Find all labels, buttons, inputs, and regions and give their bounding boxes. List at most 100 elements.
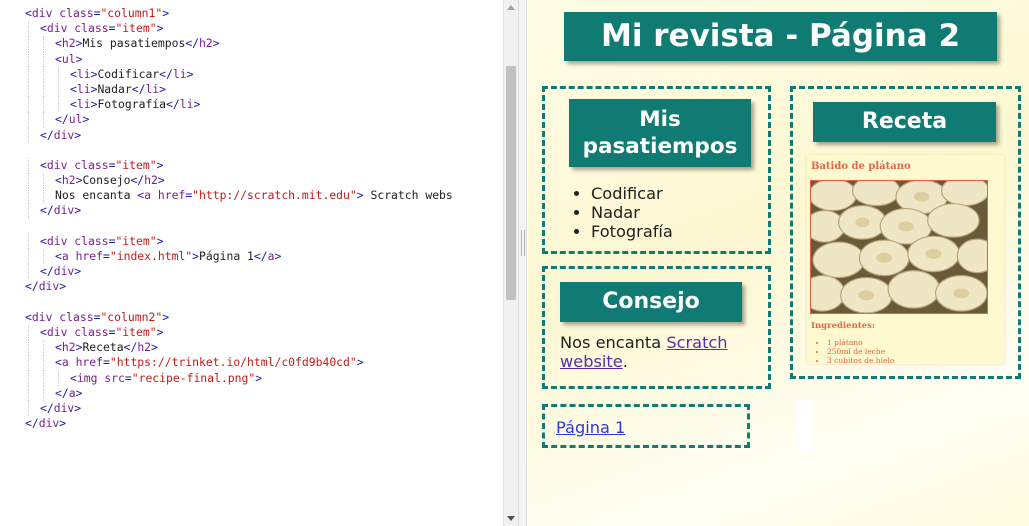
indent-guide [58,81,59,98]
indent-guide [28,203,29,219]
hobbies-card: Mis pasatiempos Codificar Nadar Fotograf… [542,86,771,254]
code-token: "item" [115,157,157,172]
indent-guide [28,97,29,113]
tip-text: Nos encanta Scratch website. [560,333,760,371]
code-line[interactable]: <div class="column1"> [0,6,503,21]
code-token: div [53,400,75,415]
tip-card: Consejo Nos encanta Scratch website. [542,266,771,389]
indent-guide [58,97,59,113]
indent-guide [43,36,44,52]
code-token: class [74,324,109,339]
code-token: h2 [199,36,213,51]
code-line[interactable] [0,295,503,310]
recipe-card: Receta Batido de plátano Ingredientes: •… [790,86,1021,379]
code-line[interactable]: <h2>Mis pasatiempos</h2> [0,36,503,52]
code-token: > [186,66,194,81]
scroll-down-arrow-icon[interactable] [507,516,515,521]
code-line[interactable]: </a> [0,385,503,401]
code-token: < [55,249,62,263]
code-line[interactable]: </div> [0,127,503,143]
code-token: </ [40,400,54,415]
code-line[interactable]: </div> [0,279,503,294]
pane-splitter[interactable] [518,0,527,526]
code-line[interactable] [0,219,503,234]
code-token: li [145,81,160,96]
code-token: = [103,355,110,370]
splitter-grip-icon[interactable] [521,230,525,256]
code-line[interactable]: <a href="https://trinket.io/html/c0fd9b4… [0,355,503,371]
code-line[interactable]: <h2>Receta</h2> [0,340,503,356]
code-lines[interactable]: <div class="column1"> <div class="item"> <… [0,6,503,431]
code-token: "item" [115,324,157,339]
list-item: 250ml de leche [827,347,894,356]
code-line[interactable]: </ul> [0,112,503,128]
indent-guide [28,81,29,98]
recipe-heading: Receta [813,102,996,142]
code-token: href [75,249,104,263]
code-editor[interactable]: <div class="column1"> <div class="item"> <… [0,0,518,526]
code-line[interactable]: </div> [0,416,503,431]
code-token: > [74,203,82,218]
scrollbar-thumb[interactable] [506,66,516,300]
code-token: < [40,157,47,172]
code-line[interactable]: <h2>Consejo</h2> [0,173,503,189]
code-token: div [53,127,75,142]
code-token: "item" [115,21,157,36]
recipe-image-link[interactable]: Batido de plátano Ingredientes: • 1 plát… [807,155,1004,365]
code-token: </ [40,203,54,218]
code-token: < [55,51,62,66]
code-token: Receta [82,340,124,355]
page-1-link[interactable]: Página 1 [556,418,625,437]
code-token: < [40,324,47,339]
code-token: </ [131,81,146,96]
indent-guide [28,112,29,128]
indent-guide [43,370,44,386]
code-line[interactable] [0,143,503,158]
code-line[interactable]: <img src="recipe-final.png"> [0,370,503,386]
code-token: </ [55,385,69,400]
list-item: Nadar [591,203,673,222]
code-token: > [74,264,82,279]
code-token: </ [25,279,39,294]
code-line[interactable]: <div class="item"> [0,324,503,341]
code-token: li [179,97,194,112]
code-token: > [356,355,364,370]
code-line[interactable]: <li>Codificar</li> [0,66,503,82]
code-token: div [53,264,75,279]
code-token: > [255,370,263,385]
indent-guide [43,355,44,371]
code-token: href [157,188,186,203]
code-line[interactable]: <div class="item"> [0,233,503,249]
code-line[interactable]: <li>Nadar</li> [0,81,503,98]
indent-guide [43,188,44,204]
code-line[interactable]: <a href="index.html">Página 1</a> [0,249,503,265]
code-token: h2 [61,173,76,188]
code-line[interactable]: <div class="item"> [0,21,503,37]
code-line[interactable]: <li>Fotografía</li> [0,97,503,113]
code-token: > [162,6,170,20]
recipe-image-title: Batido de plátano [811,161,911,172]
list-item: 3 cubitos de hielo [827,356,894,365]
code-token: </ [40,127,54,142]
code-token: = [103,249,110,263]
code-token: < [55,36,62,51]
code-line[interactable]: Nos encanta <a href="http://scratch.mit.… [0,188,503,204]
code-line[interactable]: <div class="item"> [0,157,503,174]
code-token: "https://trinket.io/html/c0fd9b40cd" [109,355,357,370]
code-line[interactable]: </div> [0,264,503,280]
code-token: </ [185,36,200,51]
page-title: Mi revista - Página 2 [564,12,997,61]
code-token: src [104,370,125,385]
code-line[interactable]: <ul> [0,51,503,67]
editor-scrollbar[interactable] [503,0,518,526]
indent-guide [43,51,44,67]
indent-guide [43,97,44,113]
code-line[interactable]: </div> [0,400,503,417]
scroll-up-arrow-icon[interactable] [507,5,515,10]
code-token: </ [166,97,180,112]
code-token: < [25,6,32,20]
code-line[interactable]: </div> [0,203,503,219]
code-line[interactable]: <div class="column2"> [0,310,503,325]
